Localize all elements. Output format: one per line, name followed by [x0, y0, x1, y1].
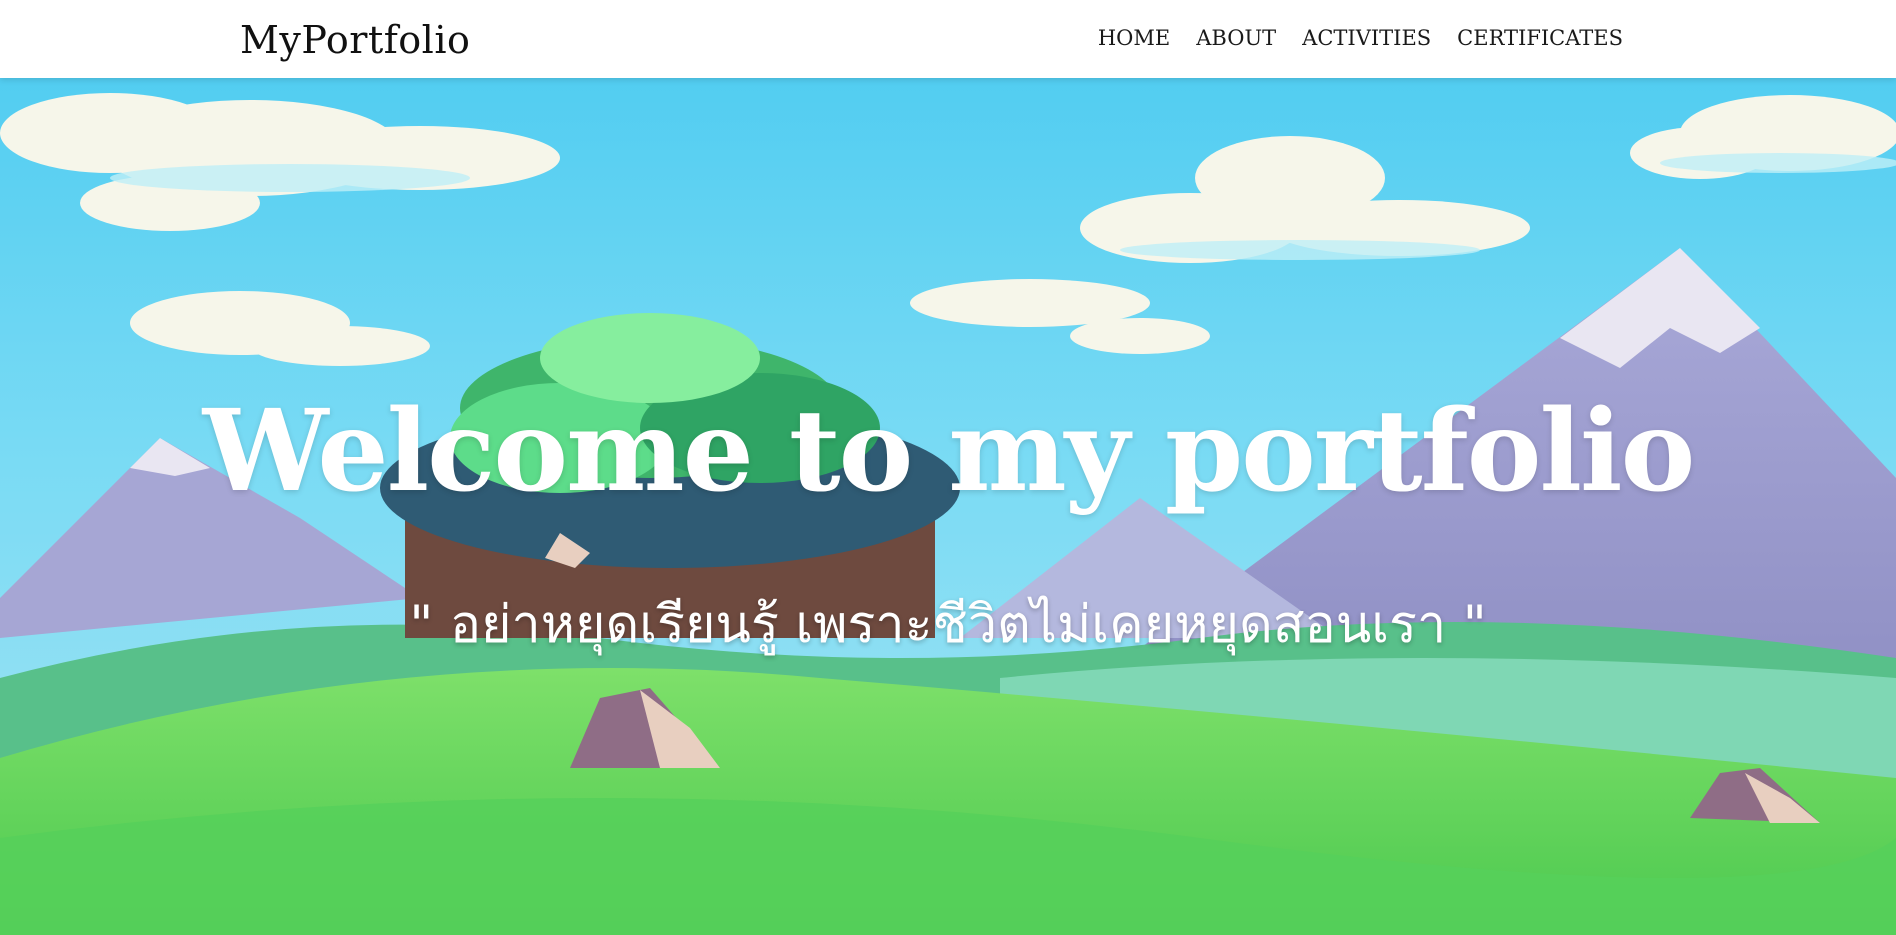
nav-links: HOME ABOUT ACTIVITIES CERTIFICATES [1098, 26, 1623, 50]
hero-quote: " อย่าหยุดเรียนรู้ เพราะชีวิตไม่เคยหยุดส… [409, 595, 1487, 655]
hero-title: Welcome to my portfolio [202, 386, 1696, 517]
brand-logo-link[interactable]: MyPortfolio [240, 18, 470, 62]
top-navbar: MyPortfolio HOME ABOUT ACTIVITIES CERTIF… [0, 0, 1896, 78]
nav-link-home[interactable]: HOME [1098, 26, 1170, 50]
nav-link-activities[interactable]: ACTIVITIES [1302, 26, 1431, 50]
nav-link-certificates[interactable]: CERTIFICATES [1457, 26, 1623, 50]
hero-section: Welcome to my portfolio " อย่าหยุดเรียนร… [0, 78, 1896, 935]
nav-link-about[interactable]: ABOUT [1196, 26, 1276, 50]
